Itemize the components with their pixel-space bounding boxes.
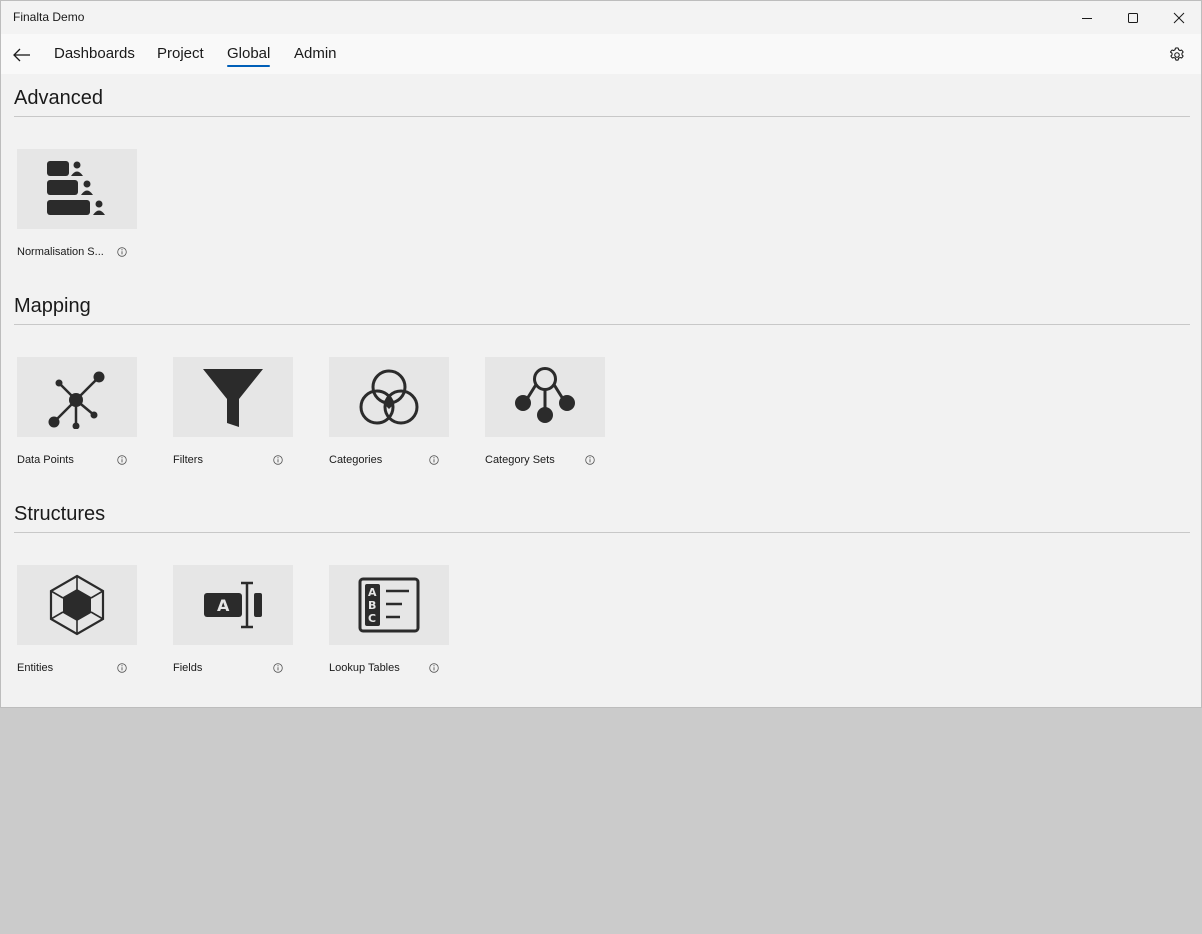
svg-text:A: A <box>217 596 230 615</box>
tile-icon-box[interactable] <box>329 357 449 437</box>
tile-categories[interactable]: Categories <box>329 357 469 477</box>
data-points-icon <box>48 371 105 429</box>
section-divider <box>14 532 1190 533</box>
tile-label: Category Sets <box>485 454 555 466</box>
tile-icon-box[interactable] <box>173 357 293 437</box>
tile-normalisation[interactable]: Normalisation S... <box>17 149 157 269</box>
tab-global[interactable]: Global <box>227 45 271 67</box>
tile-icon-box[interactable] <box>17 357 137 437</box>
maximize-button[interactable] <box>1110 1 1156 34</box>
tile-lookup-tables[interactable]: A B C Lookup Tables <box>329 565 469 685</box>
tile-label: Filters <box>173 454 203 466</box>
normalisation-icon <box>47 161 105 215</box>
app-title: Finalta Demo <box>13 10 85 24</box>
tile-filters[interactable]: Filters <box>173 357 313 477</box>
tile-category-sets[interactable]: Category Sets <box>485 357 625 477</box>
section-title-advanced: Advanced <box>14 87 103 109</box>
info-icon[interactable] <box>117 663 127 673</box>
title-bar[interactable]: Finalta Demo <box>1 1 1201 34</box>
svg-text:C: C <box>368 612 376 625</box>
top-nav: Dashboards Project Global Admin <box>1 34 1201 74</box>
tile-label: Lookup Tables <box>329 662 400 674</box>
tile-entities[interactable]: Entities <box>17 565 157 685</box>
info-icon[interactable] <box>273 455 283 465</box>
section-divider <box>14 116 1190 117</box>
minimize-icon <box>1082 17 1092 19</box>
close-icon <box>1173 12 1185 23</box>
tile-icon-box[interactable]: A B C <box>329 565 449 645</box>
venn-categories-icon <box>359 369 419 425</box>
tile-data-points[interactable]: Data Points <box>17 357 157 477</box>
info-icon[interactable] <box>273 663 283 673</box>
info-icon[interactable] <box>117 455 127 465</box>
tile-label: Entities <box>17 662 54 674</box>
abc-list-icon: A B C <box>358 577 420 633</box>
gear-icon <box>1169 47 1184 61</box>
text-field-icon: A <box>204 581 262 629</box>
info-icon[interactable] <box>585 455 595 465</box>
tab-project[interactable]: Project <box>157 45 204 62</box>
back-arrow-icon <box>13 48 30 62</box>
tile-icon-box[interactable] <box>485 357 605 437</box>
back-button[interactable] <box>9 42 35 68</box>
info-icon[interactable] <box>429 663 439 673</box>
tile-label: Normalisation S... <box>17 246 104 258</box>
hexagon-cube-icon <box>49 574 105 636</box>
section-title-mapping: Mapping <box>14 295 91 317</box>
close-button[interactable] <box>1156 1 1201 34</box>
hierarchy-icon <box>515 367 575 423</box>
svg-text:A: A <box>368 586 377 599</box>
filter-funnel-icon <box>203 369 263 427</box>
tile-icon-box[interactable] <box>17 149 137 229</box>
maximize-icon <box>1128 12 1138 23</box>
desktop-background <box>0 708 1202 934</box>
tile-label: Categories <box>329 454 383 466</box>
tab-dashboards[interactable]: Dashboards <box>54 45 135 62</box>
svg-text:B: B <box>368 599 376 612</box>
tile-icon-box[interactable] <box>17 565 137 645</box>
app-window: Finalta Demo Dashboards Project Global A… <box>0 0 1202 708</box>
tile-label: Fields <box>173 662 203 674</box>
minimize-button[interactable] <box>1064 1 1110 34</box>
info-icon[interactable] <box>429 455 439 465</box>
section-divider <box>14 324 1190 325</box>
tile-label: Data Points <box>17 454 74 466</box>
info-icon[interactable] <box>117 247 127 257</box>
tile-fields[interactable]: A Fields <box>173 565 313 685</box>
tab-admin[interactable]: Admin <box>294 45 337 62</box>
settings-button[interactable] <box>1164 42 1190 68</box>
section-title-structures: Structures <box>14 503 106 525</box>
tile-icon-box[interactable]: A <box>173 565 293 645</box>
